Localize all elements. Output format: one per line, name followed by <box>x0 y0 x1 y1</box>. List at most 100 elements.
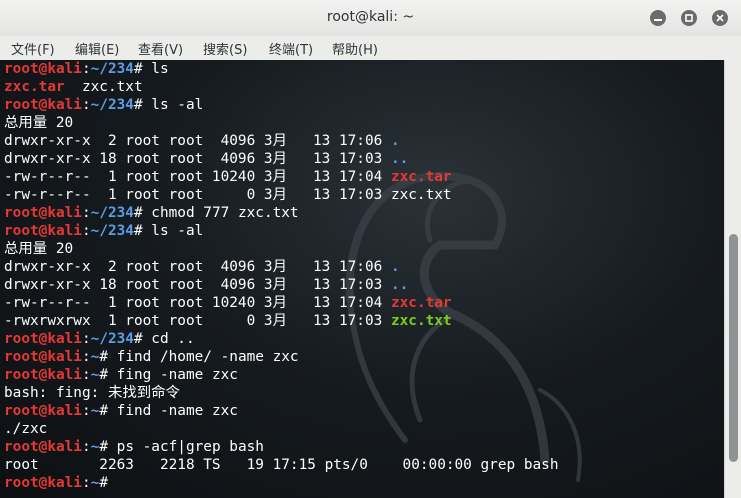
terminal-line: root 2263 2218 TS 19 17:15 pts/0 00:00:0… <box>4 456 559 474</box>
terminal-text-segment: drwxr-xr-x 18 root root 4096 3月 13 17:03 <box>4 151 391 167</box>
minimize-icon <box>654 19 662 21</box>
terminal-line: bash: fing: 未找到命令 <box>4 384 559 402</box>
maximize-button[interactable] <box>681 10 697 26</box>
terminal-text-segment: zxc.txt <box>390 313 452 329</box>
terminal-lines: root@kali:~/234# ls zxc.tar zxc.txt root@k… <box>4 60 559 492</box>
terminal-text-segment: : <box>81 439 91 455</box>
terminal-text-segment: -rw-r--r-- 1 root root 10240 3月 13 17:04 <box>4 295 391 311</box>
terminal-text-segment: # ps -acf|grep bash <box>99 439 264 455</box>
terminal-text-segment: root@kali <box>4 97 82 113</box>
terminal-text-segment: ./zxc <box>4 421 48 437</box>
terminal-text-segment: ~/234 <box>90 61 134 77</box>
terminal-text-segment: drwxr-xr-x 2 root root 4096 3月 13 17:06 <box>4 259 391 275</box>
terminal-text-segment: root@kali <box>4 403 82 419</box>
terminal-text-segment: bash: fing: 未找到命令 <box>4 385 180 401</box>
terminal-window: root@kali: ~ 文件(F) 编辑(E) 查看(V) 搜索(S) 终端(… <box>0 0 741 498</box>
terminal-text-segment: root@kali <box>4 331 82 347</box>
terminal-line: ./zxc <box>4 420 559 438</box>
terminal-line: root@kali:~/234# chmod 777 zxc.txt <box>4 204 559 222</box>
terminal-line: -rw-r--r-- 1 root root 10240 3月 13 17:04… <box>4 294 559 312</box>
terminal-text-segment: zxc.tar <box>4 79 65 95</box>
scrollbar-thumb[interactable] <box>729 234 738 462</box>
terminal-line: root@kali:~/234# ls -al <box>4 96 559 114</box>
terminal-line: root@kali:~/234# ls -al <box>4 222 559 240</box>
close-button[interactable] <box>712 10 728 26</box>
terminal-text-segment: # ls -al <box>133 97 204 113</box>
menu-file[interactable]: 文件(F) <box>11 39 55 58</box>
terminal-line: root@kali:~/234# ls <box>4 60 559 78</box>
menu-bar: 文件(F) 编辑(E) 查看(V) 搜索(S) 终端(T) 帮助(H) <box>0 36 741 61</box>
terminal-text-segment: -rw-r--r-- 1 root root 10240 3月 13 17:04 <box>4 169 391 185</box>
terminal-line: drwxr-xr-x 18 root root 4096 3月 13 17:03… <box>4 150 559 168</box>
terminal-text-segment: drwxr-xr-x 18 root root 4096 3月 13 17:03 <box>4 277 391 293</box>
terminal-line: drwxr-xr-x 18 root root 4096 3月 13 17:03… <box>4 276 559 294</box>
terminal-text-segment: : <box>81 367 91 383</box>
terminal-text-segment: zxc.tar <box>390 295 452 311</box>
terminal-line: drwxr-xr-x 2 root root 4096 3月 13 17:06 … <box>4 132 559 150</box>
terminal-text-segment: # fing -name zxc <box>99 367 238 383</box>
terminal-line: root@kali:~# find -name zxc <box>4 402 559 420</box>
terminal-text-segment: # <box>99 475 117 491</box>
terminal-text-segment: root@kali <box>4 367 82 383</box>
terminal-text-segment: : <box>81 349 91 365</box>
terminal-text-segment: root@kali <box>4 349 82 365</box>
maximize-icon <box>685 14 693 22</box>
terminal-line: root@kali:~# find /home/ -name zxc <box>4 348 559 366</box>
terminal-line: -rw-r--r-- 1 root root 10240 3月 13 17:04… <box>4 168 559 186</box>
close-icon <box>716 14 724 22</box>
terminal-output[interactable]: root@kali:~/234# ls zxc.tar zxc.txt root@k… <box>0 60 724 498</box>
terminal-text-segment: # ls <box>133 61 169 77</box>
terminal-line: root@kali:~/234# cd .. <box>4 330 559 348</box>
terminal-text-segment: -rwxrwxrwx 1 root root 0 3月 13 17:03 <box>4 313 391 329</box>
terminal-text-segment: .. <box>390 151 409 167</box>
terminal-text-segment: . <box>390 259 400 275</box>
terminal-text-segment: : <box>81 205 91 221</box>
terminal-line: 总用量 20 <box>4 114 559 132</box>
terminal-text-segment: root 2263 2218 TS 19 17:15 pts/0 00:00:0… <box>4 457 559 473</box>
terminal-text-segment: ~/234 <box>90 97 134 113</box>
terminal-line: root@kali:~# fing -name zxc <box>4 366 559 384</box>
terminal-text-segment: ~/234 <box>90 205 134 221</box>
terminal-line: -rw-r--r-- 1 root root 0 3月 13 17:03 zxc… <box>4 186 559 204</box>
menu-view[interactable]: 查看(V) <box>138 39 183 58</box>
terminal-text-segment: # ls -al <box>133 223 204 239</box>
terminal-text-segment: : <box>81 331 91 347</box>
terminal-text-segment: # chmod 777 zxc.txt <box>133 205 299 221</box>
terminal-text-segment: # find /home/ -name zxc <box>99 349 299 365</box>
terminal-text-segment: root@kali <box>4 61 82 77</box>
terminal-text-segment: -rw-r--r-- 1 root root 0 3月 13 17:03 zxc… <box>4 187 452 203</box>
terminal-text-segment: ~/234 <box>90 223 134 239</box>
terminal-text-segment: zxc.txt <box>64 79 143 95</box>
terminal-text-segment: root@kali <box>4 205 82 221</box>
window-title: root@kali: ~ <box>326 9 415 25</box>
terminal-line: root@kali:~# <box>4 474 559 492</box>
terminal-text-segment: : <box>81 403 91 419</box>
terminal-text-segment: .. <box>390 277 409 293</box>
terminal-text-segment: root@kali <box>4 475 82 491</box>
terminal-text-segment: zxc.tar <box>390 169 452 185</box>
terminal-line: -rwxrwxrwx 1 root root 0 3月 13 17:03 zxc… <box>4 312 559 330</box>
terminal-text-segment: # find -name zxc <box>99 403 238 419</box>
terminal-text-segment: . <box>390 133 400 149</box>
menu-terminal[interactable]: 终端(T) <box>269 39 313 58</box>
terminal-text-segment: root@kali <box>4 223 82 239</box>
minimize-button[interactable] <box>650 10 666 26</box>
scrollbar[interactable] <box>724 60 741 498</box>
terminal-text-segment: : <box>81 223 91 239</box>
terminal-text-segment: drwxr-xr-x 2 root root 4096 3月 13 17:06 <box>4 133 391 149</box>
terminal-line: root@kali:~# ps -acf|grep bash <box>4 438 559 456</box>
menu-search[interactable]: 搜索(S) <box>203 39 247 58</box>
terminal-text-segment: 总用量 20 <box>4 241 74 257</box>
terminal-text-segment: # cd .. <box>133 331 195 347</box>
terminal-text-segment: : <box>81 61 91 77</box>
terminal-text-segment: ~/234 <box>90 331 134 347</box>
terminal-line: drwxr-xr-x 2 root root 4096 3月 13 17:06 … <box>4 258 559 276</box>
terminal-text-segment: 总用量 20 <box>4 115 74 131</box>
terminal-text-segment: : <box>81 475 91 491</box>
menu-edit[interactable]: 编辑(E) <box>75 39 119 58</box>
title-bar[interactable]: root@kali: ~ <box>0 0 741 36</box>
terminal-line: zxc.tar zxc.txt <box>4 78 559 96</box>
terminal-text-segment: root@kali <box>4 439 82 455</box>
menu-help[interactable]: 帮助(H) <box>332 39 378 58</box>
terminal-text-segment: : <box>81 97 91 113</box>
